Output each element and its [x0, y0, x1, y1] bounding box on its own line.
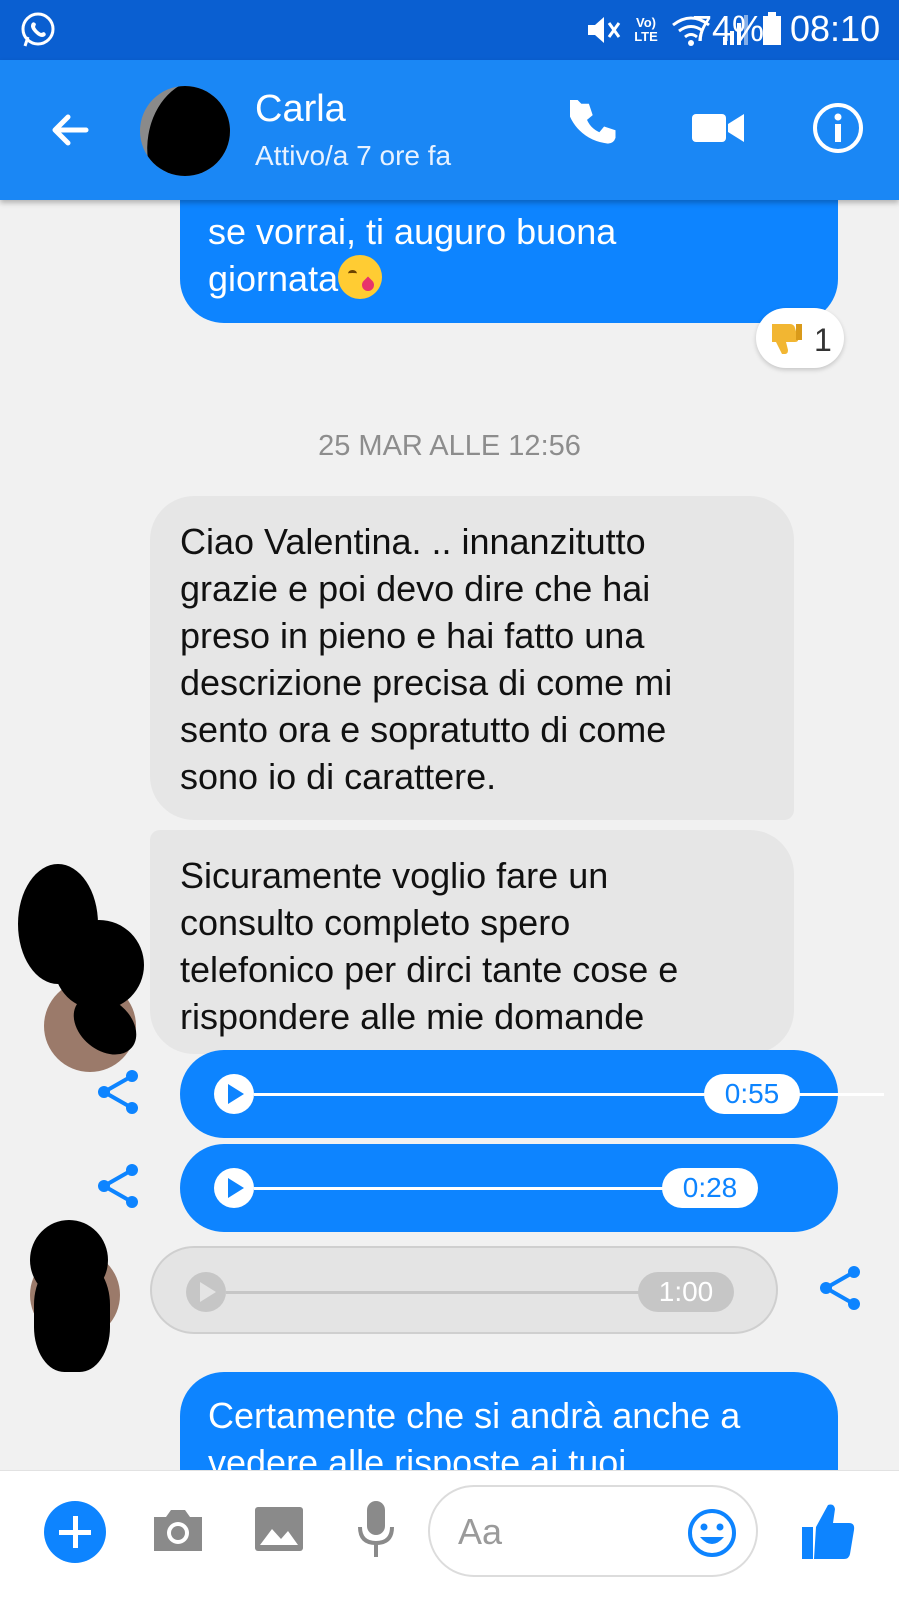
message-input[interactable]	[458, 1507, 658, 1557]
incoming-message[interactable]: Ciao Valentina. .. innanzitutto grazie e…	[150, 496, 794, 820]
camera-icon[interactable]	[150, 1501, 206, 1557]
incoming-message[interactable]: Sicuramente voglio fare un consulto comp…	[150, 830, 794, 1054]
conversation-area[interactable]: se vorrai, ti auguro buona giornata 1 25…	[0, 200, 899, 1470]
share-icon[interactable]	[816, 1264, 864, 1312]
voice-message[interactable]: 0:28	[180, 1144, 838, 1232]
info-icon[interactable]	[810, 100, 866, 156]
message-line: Ciao Valentina. .. innanzitutto	[180, 521, 646, 562]
chat-header: Carla Attivo/a 7 ore fa	[0, 60, 899, 200]
plus-icon[interactable]	[44, 1501, 106, 1563]
date-separator: 25 MAR ALLE 12:56	[318, 430, 581, 462]
message-line: preso in pieno e hai fatto una	[180, 615, 645, 656]
message-line: vedere alle risposte ai tuoi	[208, 1442, 627, 1470]
message-line: telefonico per dirci tante cose e	[180, 949, 679, 990]
microphone-icon[interactable]	[356, 1499, 396, 1561]
video-camera-icon[interactable]	[690, 100, 746, 156]
back-arrow-icon[interactable]	[46, 106, 94, 154]
message-line: descrizione precisa di come mi	[180, 662, 673, 703]
contact-name[interactable]: Carla	[255, 88, 346, 131]
voice-message[interactable]: 1:00	[150, 1246, 778, 1334]
thumbs-up-icon[interactable]	[800, 1501, 856, 1563]
battery-percentage: 74%	[692, 8, 765, 49]
sender-avatar[interactable]	[14, 860, 148, 1072]
message-line: Certamente che si andrà anche a	[208, 1395, 741, 1436]
message-line: sono io di carattere.	[180, 756, 497, 797]
face-blowing-kiss-emoji	[338, 255, 383, 299]
thumbs-down-icon	[772, 324, 802, 354]
share-icon[interactable]	[94, 1162, 142, 1210]
message-line: rispondere alle mie domande	[180, 996, 645, 1037]
message-reaction[interactable]: 1	[756, 308, 844, 368]
message-composer	[0, 1470, 899, 1599]
contact-status: Attivo/a 7 ore fa	[255, 140, 452, 171]
play-icon[interactable]	[186, 1272, 226, 1312]
audio-duration: 0:28	[662, 1168, 758, 1208]
play-icon[interactable]	[214, 1168, 254, 1208]
message-line: sento ora e sopratutto di come	[180, 709, 667, 750]
gallery-icon[interactable]	[252, 1501, 306, 1557]
whatsapp-icon	[21, 12, 55, 47]
status-clock: 08:10	[790, 8, 881, 49]
emoji-icon[interactable]	[686, 1507, 738, 1559]
message-line: grazie e poi devo dire che hai	[180, 568, 651, 609]
battery-icon	[763, 12, 781, 45]
message-input-container[interactable]	[428, 1485, 758, 1577]
status-bar: Vo) LTE 74% 08:10	[0, 0, 899, 60]
audio-duration: 1:00	[638, 1272, 734, 1312]
contact-avatar[interactable]	[140, 86, 230, 176]
mute-icon	[588, 17, 621, 43]
phone-icon[interactable]	[570, 100, 626, 156]
share-icon[interactable]	[94, 1068, 142, 1116]
avatar-redaction	[140, 86, 230, 176]
message-line: giornata	[208, 255, 810, 302]
voice-message[interactable]: 0:55	[180, 1050, 884, 1138]
outgoing-message[interactable]: se vorrai, ti auguro buona giornata	[180, 200, 838, 323]
play-icon[interactable]	[214, 1074, 254, 1114]
message-line: Sicuramente voglio fare un	[180, 855, 609, 896]
message-line-text: giornata	[208, 258, 339, 299]
reaction-count: 1	[814, 322, 832, 358]
volte-icon: Vo) LTE	[634, 15, 658, 44]
message-line: se vorrai, ti auguro buona	[208, 211, 617, 252]
audio-duration: 0:55	[704, 1074, 800, 1114]
outgoing-message[interactable]: Certamente che si andrà anche a vedere a…	[180, 1372, 838, 1470]
sender-avatar[interactable]	[28, 1220, 128, 1380]
message-line: consulto completo spero	[180, 902, 571, 943]
